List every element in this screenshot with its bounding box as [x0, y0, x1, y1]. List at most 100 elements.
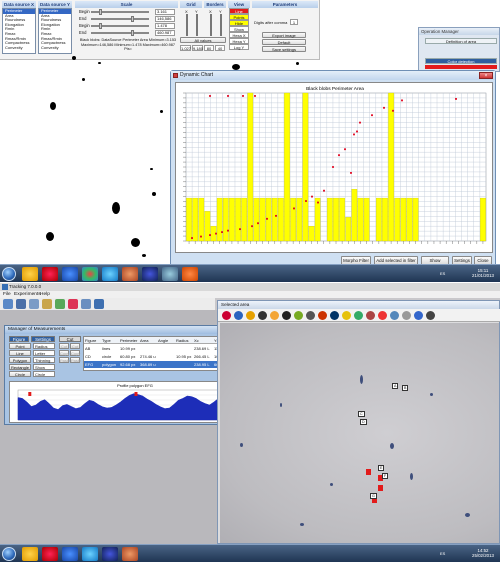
- folder-icon[interactable]: [22, 547, 38, 561]
- tracking-app-icon[interactable]: [182, 267, 198, 281]
- measurement-marker[interactable]: [366, 469, 371, 475]
- figure-button[interactable]: Circle: [9, 371, 31, 377]
- clock[interactable]: 14:52 25/02/2013: [472, 548, 494, 558]
- tool-yellow-icon[interactable]: [246, 311, 255, 320]
- table-row[interactable]: ABlines10.99 px238.69 L11.99 L: [84, 345, 230, 352]
- save-icon[interactable]: [29, 299, 39, 309]
- figure-button[interactable]: Polygon: [9, 357, 31, 363]
- data-source-y-list[interactable]: Perimeter Area Roundness Elongation Rmin Rmax…: [38, 8, 72, 54]
- tool-dark-icon[interactable]: [306, 311, 315, 320]
- cut-button[interactable]: Cut: [59, 343, 69, 349]
- view-option[interactable]: Log Y: [229, 44, 249, 50]
- scale-slider-track[interactable]: [91, 32, 149, 34]
- scale-slider-thumb[interactable]: [131, 16, 134, 22]
- tool-palette-icon[interactable]: [366, 311, 375, 320]
- figure-tab[interactable]: Figure: [9, 336, 29, 342]
- data-source-x-list[interactable]: Perimeter Area Roundness Elongation Rmin Rmax…: [2, 8, 36, 54]
- microscope-image[interactable]: AB CD EF G: [220, 323, 499, 543]
- tool-dot-icon[interactable]: [282, 311, 291, 320]
- chrome-icon[interactable]: [82, 267, 98, 281]
- photoshop-icon[interactable]: [142, 267, 158, 281]
- definition-of-area-tab[interactable]: Definition of area: [425, 38, 497, 44]
- grid-y-slider[interactable]: [196, 14, 198, 36]
- tool-ruler-icon[interactable]: [402, 311, 411, 320]
- scale-slider-thumb[interactable]: [99, 9, 102, 15]
- tool-ring-icon[interactable]: [258, 311, 267, 320]
- play-icon[interactable]: [55, 299, 65, 309]
- settings-item[interactable]: Letter: [33, 350, 55, 356]
- start-icon[interactable]: [2, 267, 16, 281]
- language-indicator[interactable]: ES: [440, 271, 445, 276]
- view-option[interactable]: Hide: [229, 20, 249, 26]
- media-icon[interactable]: [42, 547, 58, 561]
- figure-button[interactable]: Line: [9, 350, 31, 356]
- export-image-button[interactable]: Export image: [262, 32, 306, 38]
- tool-burst-icon[interactable]: [378, 311, 387, 320]
- clock[interactable]: 15:11 21/01/2013: [472, 268, 494, 278]
- borders-y-value[interactable]: 40: [215, 45, 225, 51]
- scale-value-input[interactable]: 460.987: [155, 30, 175, 36]
- app-icon[interactable]: [122, 547, 138, 561]
- scale-slider-track[interactable]: [91, 18, 149, 20]
- folder-icon[interactable]: [42, 299, 52, 309]
- tool-doc-icon[interactable]: [414, 311, 423, 320]
- tool-chart-icon[interactable]: [342, 311, 351, 320]
- cut-button[interactable]: Paste: [59, 357, 70, 363]
- scale-slider-thumb[interactable]: [99, 23, 102, 29]
- default-button[interactable]: Default: [262, 39, 306, 45]
- scale-slider-thumb[interactable]: [131, 30, 134, 36]
- open-icon[interactable]: [3, 299, 13, 309]
- photoshop-icon[interactable]: [102, 547, 118, 561]
- ie-icon[interactable]: [62, 547, 78, 561]
- color-detection-tab[interactable]: Color detection: [425, 58, 497, 64]
- skype-icon[interactable]: [102, 267, 118, 281]
- settings-item[interactable]: Thinning: [33, 357, 55, 363]
- grid-x-slider[interactable]: [186, 14, 188, 36]
- list-item[interactable]: Convexity: [39, 45, 71, 51]
- measurement-marker[interactable]: [378, 485, 383, 491]
- app-icon[interactable]: [122, 267, 138, 281]
- figure-button[interactable]: Rectangle: [9, 364, 31, 370]
- settings-item[interactable]: Circle: [33, 371, 55, 377]
- scale-value-input[interactable]: 3.161: [155, 9, 175, 15]
- cut-button[interactable]: Copy: [59, 350, 69, 356]
- menu-help[interactable]: Help: [40, 291, 50, 298]
- record-icon[interactable]: [68, 299, 78, 309]
- scale-value-input[interactable]: 1.478: [155, 23, 175, 29]
- cut-button[interactable]: Cut: [70, 343, 80, 349]
- tool-blue-icon[interactable]: [234, 311, 243, 320]
- settings-tab[interactable]: Settings: [31, 336, 55, 342]
- tool-green-icon[interactable]: [294, 311, 303, 320]
- list-item[interactable]: Convexity: [3, 45, 35, 51]
- settings-item[interactable]: Show: [33, 364, 55, 370]
- table-row[interactable]: EFGpolygon92.68 px368.89 u238.95 L66.35 …: [84, 361, 230, 368]
- borders-x-slider[interactable]: [210, 14, 212, 36]
- view-option[interactable]: Line: [229, 8, 249, 14]
- grid-y-value[interactable]: 9.180: [192, 45, 203, 51]
- all-values-button[interactable]: All values: [180, 37, 226, 43]
- view-option[interactable]: Hexa Y: [229, 38, 249, 44]
- camera-icon[interactable]: [16, 299, 26, 309]
- figure-button[interactable]: Point: [9, 343, 31, 349]
- close-icon[interactable]: ×: [479, 72, 493, 79]
- menu-experiments[interactable]: Experiments: [14, 291, 41, 298]
- tool-save-icon[interactable]: [426, 311, 435, 320]
- measurements-table[interactable]: FigureTypePerimeterAreaAngleRadiusXcYcAB…: [83, 336, 231, 371]
- grid-icon[interactable]: [81, 299, 91, 309]
- tool-dots-icon[interactable]: [330, 311, 339, 320]
- view-option[interactable]: Points: [229, 14, 249, 20]
- tool-orange-icon[interactable]: [270, 311, 279, 320]
- skype-icon[interactable]: [82, 547, 98, 561]
- cut-tab[interactable]: Cut: [59, 336, 81, 342]
- cut-button[interactable]: Copy: [70, 350, 80, 356]
- ie-icon[interactable]: [62, 267, 78, 281]
- borders-x-value[interactable]: 80: [204, 45, 214, 51]
- grid-x-value[interactable]: 1.027: [180, 45, 191, 51]
- language-indicator[interactable]: ES: [440, 551, 445, 556]
- cut-button[interactable]: Paste: [70, 357, 81, 363]
- media-icon[interactable]: [42, 267, 58, 281]
- tool-grid-icon[interactable]: [390, 311, 399, 320]
- folder-icon[interactable]: [22, 267, 38, 281]
- menu-file[interactable]: File: [3, 291, 11, 298]
- digits-input[interactable]: 1: [290, 19, 298, 25]
